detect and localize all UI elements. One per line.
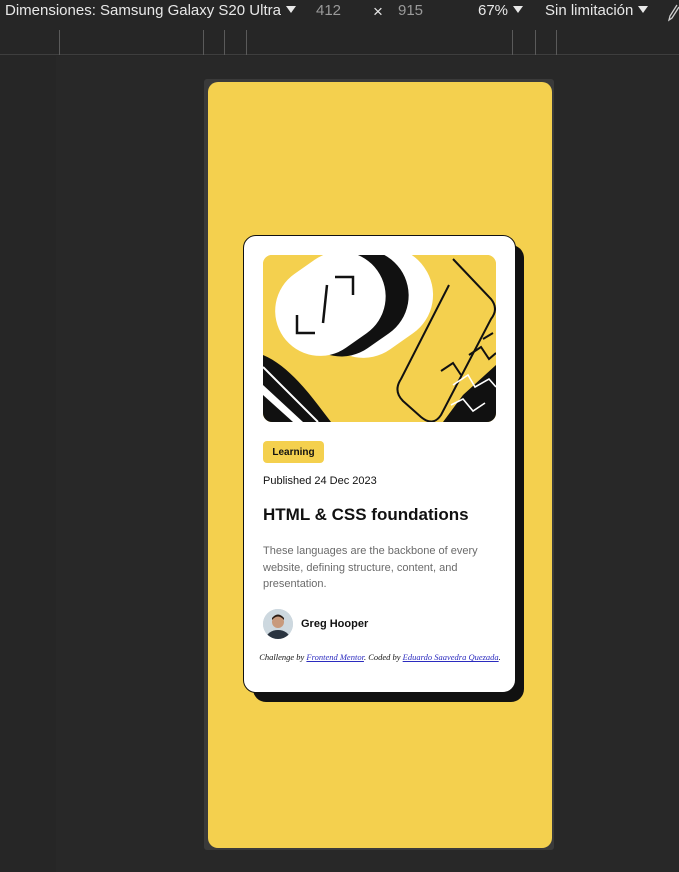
media-query-bar[interactable]: [0, 30, 679, 55]
card-title[interactable]: HTML & CSS foundations: [263, 505, 469, 525]
pencil-icon[interactable]: [668, 4, 679, 22]
zoom-label: 67%: [478, 2, 509, 19]
attribution-prefix: Challenge by: [259, 652, 307, 662]
category-tag: Learning: [263, 441, 324, 463]
device-selector-label: Dimensiones: Samsung Galaxy S20 Ultra: [5, 2, 281, 19]
swap-dimensions-icon[interactable]: ×: [373, 2, 383, 22]
attribution-middle: . Coded by: [363, 652, 403, 662]
ruler-tick: [535, 30, 536, 55]
ruler-tick: [224, 30, 225, 55]
throttle-selector[interactable]: Sin limitación: [545, 2, 649, 19]
frontend-mentor-link[interactable]: Frontend Mentor: [306, 652, 364, 662]
ruler-tick: [246, 30, 247, 55]
chevron-down-icon: [285, 6, 296, 13]
device-selector[interactable]: Dimensiones: Samsung Galaxy S20 Ultra: [5, 2, 296, 19]
ruler-tick: [203, 30, 204, 55]
author-link[interactable]: Eduardo Saavedra Quezada: [403, 652, 499, 662]
height-input[interactable]: 915: [398, 2, 423, 19]
attribution-suffix: .: [498, 652, 501, 662]
ruler-tick: [512, 30, 513, 55]
chevron-down-icon: [513, 6, 524, 13]
ruler-tick: [59, 30, 60, 55]
zoom-selector[interactable]: 67%: [478, 2, 524, 19]
width-input[interactable]: 412: [316, 2, 341, 19]
attribution: Challenge by Frontend Mentor. Coded by E…: [258, 652, 502, 663]
illustration-image: [263, 255, 496, 422]
published-date: Published 24 Dec 2023: [263, 475, 377, 487]
author-name: Greg Hooper: [301, 618, 369, 630]
avatar: [263, 609, 293, 639]
ruler-tick: [556, 30, 557, 55]
throttle-label: Sin limitación: [545, 2, 634, 19]
card-description: These languages are the backbone of ever…: [263, 545, 478, 590]
device-toolbar: Dimensiones: Samsung Galaxy S20 Ultra 41…: [0, 0, 679, 30]
chevron-down-icon: [638, 6, 649, 13]
